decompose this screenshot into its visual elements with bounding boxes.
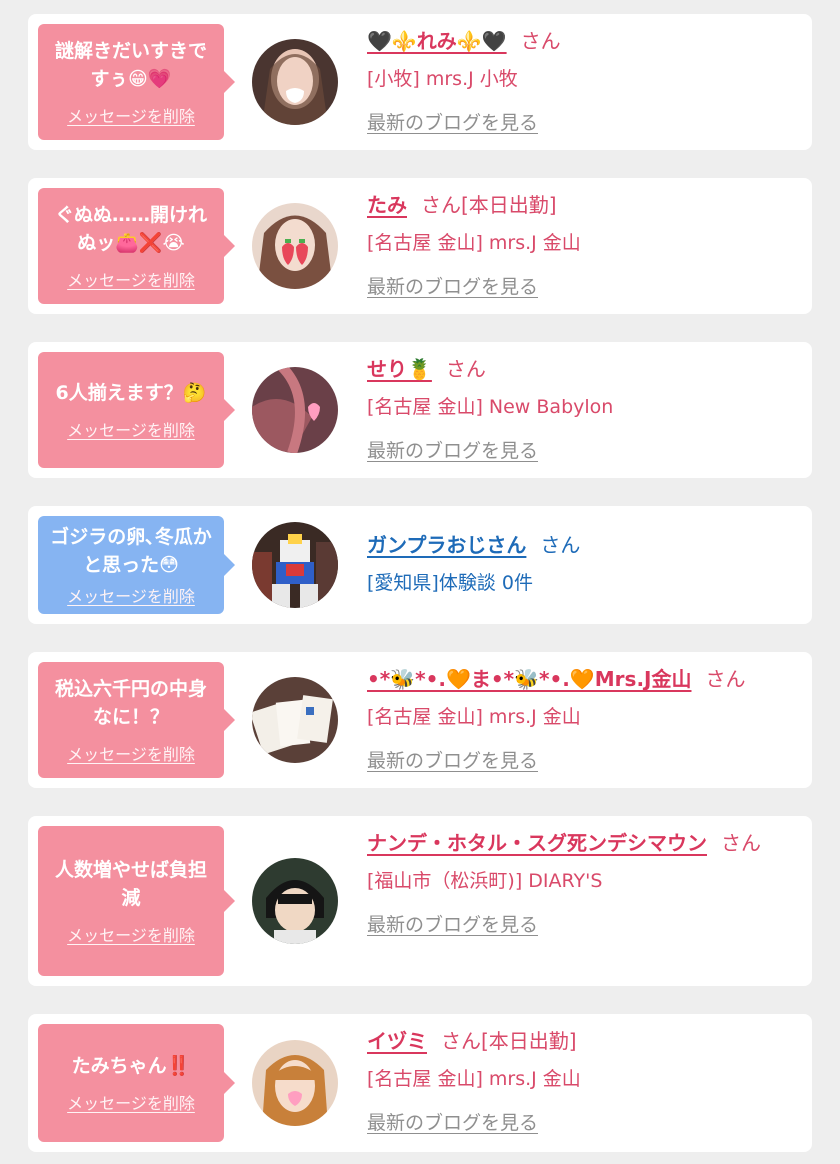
honorific: さん — [421, 193, 461, 217]
shop-text: [福山市（松浜町)] DIARY'S — [367, 870, 603, 892]
delete-message-link[interactable]: メッセージを削除 — [67, 583, 195, 607]
card-info: •*🐝*•.🧡ま•*🐝*•.🧡Mrs.J金山 さん [名古屋 金山] mrs.J … — [367, 662, 800, 776]
message-card: 税込六千円の中身なに！？ メッセージを削除 •*🐝*•.🧡ま•*🐝*•.🧡Mrs… — [28, 652, 812, 788]
shop-text: [名古屋 金山] mrs.J 金山 — [367, 706, 581, 728]
latest-blog-link[interactable]: 最新のブログを見る — [367, 272, 538, 302]
user-name-link[interactable]: 🖤⚜️れみ⚜️🖤 — [367, 29, 507, 53]
latest-blog-link[interactable]: 最新のブログを見る — [367, 910, 538, 940]
honorific: さん — [441, 1029, 481, 1053]
avatar-photo — [252, 677, 338, 763]
avatar[interactable] — [252, 522, 338, 608]
message-bubble: 謎解きだいすきですぅ😁💗 メッセージを削除 — [38, 24, 235, 140]
delete-message-link[interactable]: メッセージを削除 — [67, 741, 195, 765]
avatar[interactable] — [252, 677, 338, 763]
card-info: イヅミ さん[本日出勤] [名古屋 金山] mrs.J 金山 最新のブログを見る — [367, 1024, 800, 1138]
latest-blog-link[interactable]: 最新のブログを見る — [367, 436, 538, 466]
status-text: [本日出勤] — [481, 1029, 577, 1053]
message-card: ゴジラの卵､冬瓜かと思った😳 メッセージを削除 ガンプラおじさん さん [愛知県]… — [28, 506, 812, 624]
user-name-link[interactable]: ナンデ・ホタル・スグ死ンデシマウン — [367, 831, 707, 855]
shop-text: [小牧] mrs.J 小牧 — [367, 68, 518, 90]
avatar-photo — [252, 203, 338, 289]
message-text: ゴジラの卵､冬瓜かと思った😳 — [50, 526, 212, 576]
message-text: 謎解きだいすきですぅ😁💗 — [54, 40, 207, 90]
avatar-photo — [252, 367, 338, 453]
avatar[interactable] — [252, 367, 338, 453]
message-bubble: ゴジラの卵､冬瓜かと思った😳 メッセージを削除 — [38, 516, 235, 614]
avatar-photo — [252, 1040, 338, 1126]
shop-text: [名古屋 金山] mrs.J 金山 — [367, 232, 581, 254]
message-card: ぐぬぬ……開けれぬッ👛❌😭 メッセージを削除 たみ さん[本日出勤] [名古屋 金… — [28, 178, 812, 314]
message-text: たみちゃん‼️ — [71, 1055, 191, 1077]
latest-blog-link[interactable]: 最新のブログを見る — [367, 108, 538, 138]
card-info: ナンデ・ホタル・スグ死ンデシマウン さん [福山市（松浜町)] DIARY'S 最… — [367, 826, 800, 940]
message-bubble: たみちゃん‼️ メッセージを削除 — [38, 1024, 235, 1142]
avatar-photo — [252, 39, 338, 125]
honorific: さん — [445, 357, 486, 381]
user-name-link[interactable]: •*🐝*•.🧡ま•*🐝*•.🧡Mrs.J金山 — [367, 667, 691, 691]
card-info: せり🍍 さん [名古屋 金山] New Babylon 最新のブログを見る — [367, 352, 800, 466]
card-info: ガンプラおじさん さん [愛知県]体験談 0件 — [367, 528, 800, 600]
message-card: たみちゃん‼️ メッセージを削除 イヅミ さん[本日出勤] [名古屋 金山] mr… — [28, 1014, 812, 1152]
message-card: 謎解きだいすきですぅ😁💗 メッセージを削除 🖤⚜️れみ⚜️🖤 さん [小牧] mr… — [28, 14, 812, 150]
avatar[interactable] — [252, 1040, 338, 1126]
message-text: 人数増やせば負担減 — [54, 859, 207, 909]
avatar[interactable] — [252, 203, 338, 289]
message-text: 税込六千円の中身なに！？ — [54, 678, 207, 728]
shop-text: [愛知県]体験談 0件 — [367, 572, 533, 594]
message-text: ぐぬぬ……開けれぬッ👛❌😭 — [54, 204, 207, 254]
latest-blog-link[interactable]: 最新のブログを見る — [367, 1108, 538, 1138]
user-name-link[interactable]: ガンプラおじさん — [367, 533, 526, 557]
delete-message-link[interactable]: メッセージを削除 — [67, 922, 195, 946]
latest-blog-link[interactable]: 最新のブログを見る — [367, 746, 538, 776]
shop-text: [名古屋 金山] mrs.J 金山 — [367, 1068, 581, 1090]
honorific: さん — [705, 667, 746, 691]
card-info: たみ さん[本日出勤] [名古屋 金山] mrs.J 金山 最新のブログを見る — [367, 188, 800, 302]
message-bubble: 税込六千円の中身なに！？ メッセージを削除 — [38, 662, 235, 778]
avatar[interactable] — [252, 858, 338, 944]
message-card: 人数増やせば負担減 メッセージを削除 ナンデ・ホタル・スグ死ンデシマウン さん [… — [28, 816, 812, 986]
message-bubble: 6人揃えます？🤔 メッセージを削除 — [38, 352, 235, 468]
message-card: 6人揃えます？🤔 メッセージを削除 せり🍍 さん [名古屋 金山] New Bab… — [28, 342, 812, 478]
message-bubble: 人数増やせば負担減 メッセージを削除 — [38, 826, 235, 976]
shop-text: [名古屋 金山] New Babylon — [367, 396, 614, 418]
delete-message-link[interactable]: メッセージを削除 — [67, 1090, 195, 1114]
user-name-link[interactable]: せり🍍 — [367, 357, 432, 381]
message-bubble: ぐぬぬ……開けれぬッ👛❌😭 メッセージを削除 — [38, 188, 235, 304]
avatar[interactable] — [252, 39, 338, 125]
delete-message-link[interactable]: メッセージを削除 — [67, 267, 195, 291]
honorific: さん — [721, 831, 761, 855]
honorific: さん — [540, 533, 581, 557]
message-list: 謎解きだいすきですぅ😁💗 メッセージを削除 🖤⚜️れみ⚜️🖤 さん [小牧] mr… — [0, 0, 840, 1164]
delete-message-link[interactable]: メッセージを削除 — [67, 103, 195, 127]
status-text: [本日出勤] — [461, 193, 557, 217]
delete-message-link[interactable]: メッセージを削除 — [67, 417, 195, 441]
message-text: 6人揃えます？🤔 — [55, 382, 207, 404]
user-name-link[interactable]: イヅミ — [367, 1029, 427, 1053]
user-name-link[interactable]: たみ — [367, 193, 407, 217]
avatar-photo — [252, 522, 338, 608]
avatar-photo — [252, 858, 338, 944]
card-info: 🖤⚜️れみ⚜️🖤 さん [小牧] mrs.J 小牧 最新のブログを見る — [367, 24, 800, 138]
honorific: さん — [520, 29, 561, 53]
